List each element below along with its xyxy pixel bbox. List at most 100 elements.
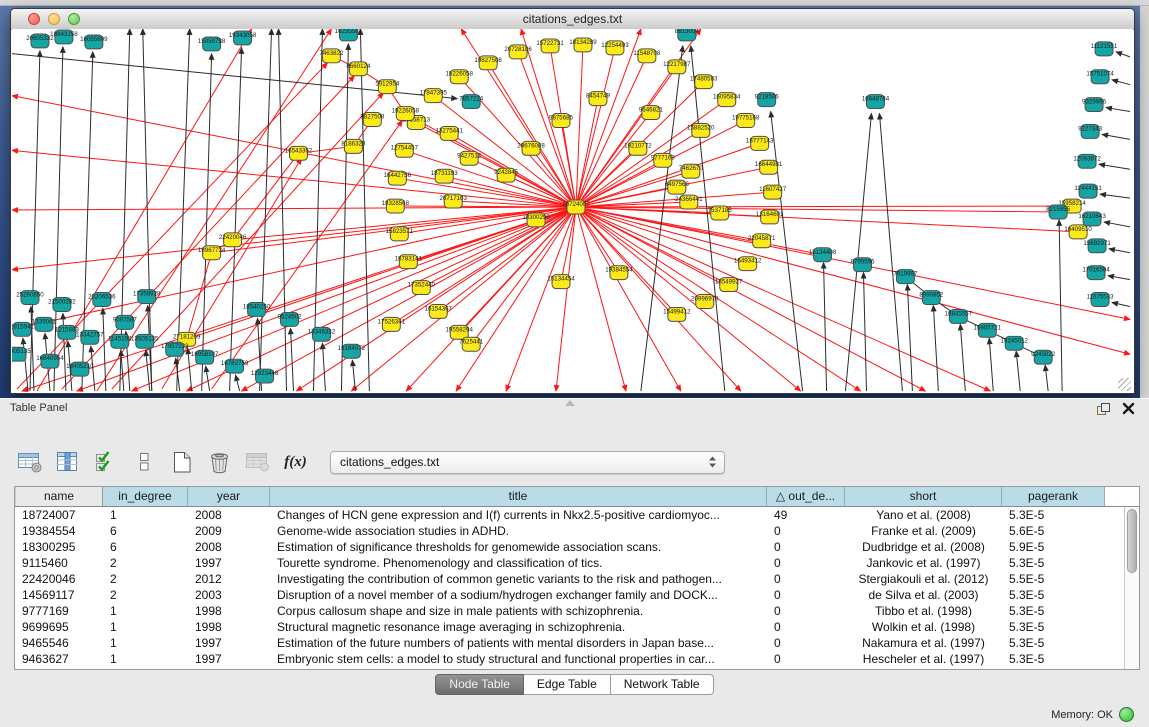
graph-node-16782759[interactable]: 16782759 — [221, 359, 249, 373]
graph-node-13505135[interactable]: 13505135 — [131, 334, 159, 348]
import-table-button[interactable] — [244, 449, 271, 476]
graph-node-16644981[interactable]: 16644981 — [755, 160, 783, 174]
graph-node-17352440[interactable]: 17352440 — [408, 281, 436, 295]
graph-node-15823571[interactable]: 15823571 — [386, 227, 414, 241]
graph-node-11548708[interactable]: 11548708 — [633, 49, 661, 63]
graph-node-11607427[interactable]: 11607427 — [759, 185, 787, 199]
close-panel-icon[interactable] — [1122, 402, 1135, 422]
graph-node-13342757[interactable]: 13342757 — [76, 330, 104, 344]
graph-node-7462670[interactable]: 7462670 — [679, 164, 704, 178]
table-row[interactable]: 1938455462009Genome-wide association stu… — [15, 523, 1124, 539]
graph-node-5912954[interactable]: 5912954 — [375, 80, 400, 94]
float-panel-icon[interactable] — [1096, 402, 1111, 423]
graph-node-18777143[interactable]: 18777143 — [746, 136, 774, 150]
graph-node-8186328[interactable]: 8186328 — [341, 139, 366, 153]
tab-node-table[interactable]: Node Table — [435, 674, 524, 695]
graph-node-15134408[interactable]: 15134408 — [809, 248, 837, 262]
table-row[interactable]: 946554611997Estimation of the future num… — [15, 635, 1124, 651]
graph-node-7537185[interactable]: 7537185 — [708, 206, 733, 220]
graph-node-7463822[interactable]: 7463822 — [319, 49, 344, 63]
table-settings-button[interactable] — [16, 449, 43, 476]
graph-node-17359928[interactable]: 17359928 — [133, 290, 161, 304]
tab-network-table[interactable]: Network Table — [611, 674, 714, 695]
graph-node-19343058[interactable]: 19343058 — [229, 31, 257, 45]
graph-node-16648784[interactable]: 16648784 — [862, 95, 890, 109]
graph-node-8799596[interactable]: 8799596 — [850, 258, 875, 272]
graph-node-16543362[interactable]: 16543362 — [285, 146, 313, 160]
graph-node-17480583[interactable]: 17480583 — [690, 75, 718, 89]
tab-edge-table[interactable]: Edge Table — [524, 674, 611, 695]
graph-node-16235581[interactable]: 16235581 — [335, 29, 363, 41]
graph-node-15905135[interactable]: 15905135 — [12, 347, 31, 361]
graph-node-6497568[interactable]: 6497568 — [665, 180, 690, 194]
graph-node-16095834[interactable]: 16095834 — [713, 93, 741, 107]
graph-node-7625441[interactable]: 7625441 — [459, 337, 484, 351]
graph-node-20206536[interactable]: 20206536 — [88, 293, 116, 307]
graph-node-13346332[interactable]: 13346332 — [308, 327, 336, 341]
new-table-button[interactable] — [168, 449, 195, 476]
graph-node-8454749[interactable]: 8454749 — [586, 92, 611, 106]
graph-node-9227343[interactable]: 9227343 — [1078, 124, 1103, 138]
graph-node-9242845[interactable]: 9242845 — [494, 168, 519, 182]
graph-node-12754457[interactable]: 12754457 — [391, 143, 419, 157]
window-titlebar[interactable]: citations_edges.txt — [11, 9, 1134, 30]
column-header-in_degree[interactable]: in_degree — [103, 487, 188, 506]
graph-node-13164601[interactable]: 13164601 — [756, 210, 784, 224]
table-row[interactable]: 969969511998Structural magnetic resonanc… — [15, 619, 1124, 635]
graph-node-9218506[interactable]: 9218506 — [755, 93, 780, 107]
graph-node-9777169[interactable]: 9777169 — [651, 153, 676, 167]
graph-node-18134289[interactable]: 18134289 — [569, 38, 597, 52]
table-selector-dropdown[interactable]: citations_edges.txt — [330, 451, 725, 474]
graph-node-15050788[interactable]: 15050788 — [198, 37, 226, 51]
graph-node-16210643[interactable]: 16210643 — [1078, 212, 1106, 226]
graph-node-16055809[interactable]: 16055809 — [80, 35, 108, 49]
graph-node-15134454[interactable]: 15134454 — [547, 275, 575, 289]
graph-node-12923448[interactable]: 12923448 — [251, 369, 279, 383]
graph-node-18549927[interactable]: 18549927 — [715, 278, 743, 292]
column-header-out_de[interactable]: △ out_de... — [767, 487, 845, 506]
function-builder-button[interactable]: f(x) — [282, 449, 309, 476]
window-resize-grip[interactable] — [1118, 378, 1131, 391]
graph-node-18783141[interactable]: 18783141 — [395, 255, 423, 269]
column-header-pagerank[interactable]: pagerank — [1002, 487, 1105, 506]
graph-node-12444151[interactable]: 12444151 — [1074, 184, 1102, 198]
graph-node-8660124[interactable]: 8660124 — [346, 62, 371, 76]
graph-node-15692971[interactable]: 15692971 — [1083, 239, 1111, 253]
graph-node-25260850[interactable]: 25260850 — [16, 291, 44, 305]
graph-node-1145194[interactable]: 1145194 — [108, 334, 132, 348]
table-row[interactable]: 911546021997Tourette syndrome. Phenomeno… — [15, 555, 1124, 571]
graph-node-18731193[interactable]: 18731193 — [431, 169, 459, 183]
graph-node-15499412[interactable]: 15499412 — [663, 307, 691, 321]
column-header-short[interactable]: short — [845, 487, 1002, 506]
graph-node-11675533[interactable]: 11675533 — [1087, 293, 1115, 307]
graph-node-16840954[interactable]: 16840954 — [36, 354, 64, 368]
graph-node-16442756[interactable]: 16442756 — [384, 171, 412, 185]
graph-node-7919997[interactable]: 7919997 — [893, 270, 918, 284]
graph-node-16958107[interactable]: 16958107 — [191, 350, 219, 364]
table-row[interactable]: 977716911998Corpus callosum shape and si… — [15, 603, 1124, 619]
graph-node-15493412[interactable]: 15493412 — [734, 257, 762, 271]
column-header-year[interactable]: year — [188, 487, 270, 506]
graph-node-19210772[interactable]: 19210772 — [624, 141, 652, 155]
graph-node-9245022[interactable]: 9245022 — [1031, 350, 1056, 364]
graph-node-11121551[interactable]: 11121551 — [1091, 42, 1118, 56]
graph-node-16409510[interactable]: 16409510 — [1064, 225, 1092, 239]
graph-node-20996978[interactable]: 20996978 — [691, 295, 719, 309]
scrollbar-thumb[interactable] — [1127, 509, 1137, 573]
graph-node-16154367[interactable]: 16154367 — [425, 304, 453, 318]
graph-node-15751074[interactable]: 15751074 — [1086, 70, 1114, 84]
graph-node-17526341[interactable]: 17526341 — [378, 317, 406, 331]
show-columns-button[interactable] — [54, 449, 81, 476]
graph-node-13275441[interactable]: 13275441 — [435, 126, 463, 140]
graph-node-9329966[interactable]: 9329966 — [1082, 98, 1107, 112]
graph-node-8215955[interactable]: 8215955 — [1046, 205, 1071, 219]
graph-node-19827508[interactable]: 19827508 — [474, 56, 502, 70]
table-row[interactable]: 2242004622012Investigating the contribut… — [15, 571, 1124, 587]
column-header-title[interactable]: title — [270, 487, 767, 506]
graph-node-18843258[interactable]: 18843258 — [50, 30, 78, 44]
table-row[interactable]: 1872400712008Changes of HCN gene express… — [15, 507, 1124, 523]
graph-node-18967734[interactable]: 18967734 — [198, 246, 226, 260]
graph-node-12093872[interactable]: 12093872 — [1073, 154, 1101, 168]
graph-node-15882520[interactable]: 15882520 — [687, 123, 715, 137]
graph-node-12217987[interactable]: 12217987 — [663, 60, 691, 74]
